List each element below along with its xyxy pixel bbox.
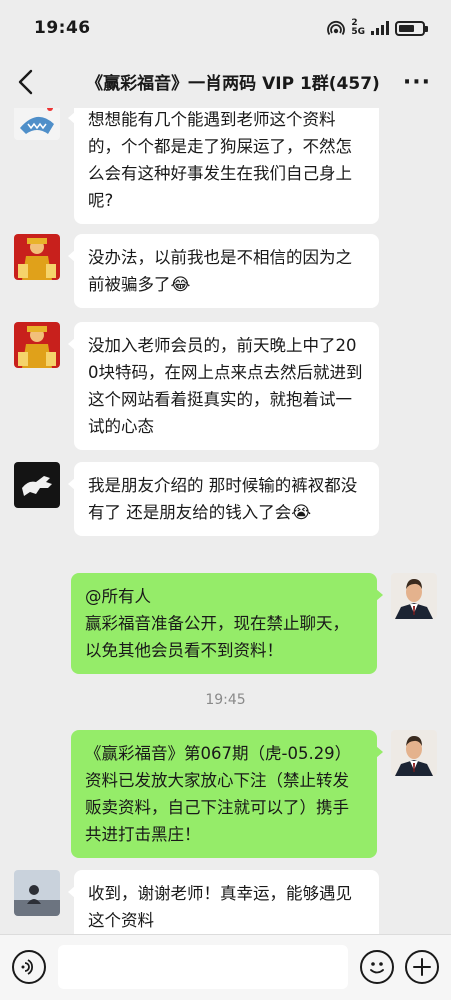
message-bubble[interactable]: 《赢彩福音》第067期（虎-05.29）资料已发放大家放心下注（禁止转发贩卖资料… [71,730,383,858]
suit-man-avatar[interactable] [391,730,437,776]
battery-icon [395,20,428,36]
chat-header: 《赢彩福音》一肖两码 VIP 1群(457) ··· [0,56,451,108]
message-text: 赢彩福音准备公开，现在禁止聊天，以免其他会员看不到资料！ [85,614,349,660]
status-bar: 19:46 2 5G [0,0,451,56]
emoji-icon[interactable] [360,950,394,984]
message-text: 《赢彩福音》第067期（虎-05.29）资料已发放大家放心下注（禁止转发贩卖资料… [85,744,352,844]
message-text: 想想能有几个能遇到老师这个资料的，个个都是走了狗屎运了，不然怎么会有这种好事发生… [88,110,352,210]
voice-icon[interactable] [12,950,46,984]
silhouette-avatar[interactable] [14,870,60,916]
timestamp: 19:45 [205,692,246,708]
message-bubble[interactable]: 没加入老师会员的，前天晚上中了200块特码，在网上点来点去然后就进到这个网站看着… [68,322,379,450]
horse-avatar[interactable] [14,462,60,508]
back-arrow-icon[interactable] [14,68,40,96]
hotspot-icon [327,21,346,36]
signal-icon [371,21,389,35]
message-list[interactable]: 想想能有几个能遇到老师这个资料的，个个都是走了狗屎运了，不然怎么会有这种好事发生… [0,108,451,934]
message-input[interactable] [58,945,348,989]
wealth-god-avatar[interactable] [14,234,60,280]
message-bubble[interactable]: 我是朋友介绍的 那时候输的裤衩都没有了 还是朋友给的钱入了会😭 [68,462,379,536]
network-label: 5G [351,27,365,37]
mention-all-text: @所有人 [85,587,151,606]
crying-emoji: 😭 [291,503,312,523]
status-icons: 2 5G [327,19,428,37]
message-text: 没办法，以前我也是不相信的因为之前被骗多了 [88,248,352,294]
message-text: 没加入老师会员的，前天晚上中了200块特码，在网上点来点去然后就进到这个网站看着… [88,336,363,436]
more-options-icon[interactable]: ··· [403,70,431,95]
message-text: 我是朋友介绍的 那时候输的裤衩都没有了 还是朋友给的钱入了会 [88,476,358,522]
laugh-cry-emoji: 😂 [170,275,191,295]
plus-icon[interactable] [405,950,439,984]
input-bar [0,934,451,1000]
suit-man-avatar[interactable] [391,573,437,619]
wealth-god-avatar[interactable] [14,322,60,368]
chat-title: 《赢彩福音》一肖两码 VIP 1群(457) [86,74,380,94]
message-bubble[interactable]: 没办法，以前我也是不相信的因为之前被骗多了😂 [68,234,379,308]
message-bubble[interactable]: 收到，谢谢老师！真幸运，能够遇见这个资料 [68,870,379,934]
message-bubble[interactable]: @所有人 赢彩福音准备公开，现在禁止聊天，以免其他会员看不到资料！ [71,573,383,674]
message-bubble[interactable]: 想想能有几个能遇到老师这个资料的，个个都是走了狗屎运了，不然怎么会有这种好事发生… [68,108,379,224]
shark-avatar[interactable] [14,108,60,140]
status-time: 19:46 [34,18,91,38]
message-text: 收到，谢谢老师！真幸运，能够遇见这个资料 [88,884,352,930]
